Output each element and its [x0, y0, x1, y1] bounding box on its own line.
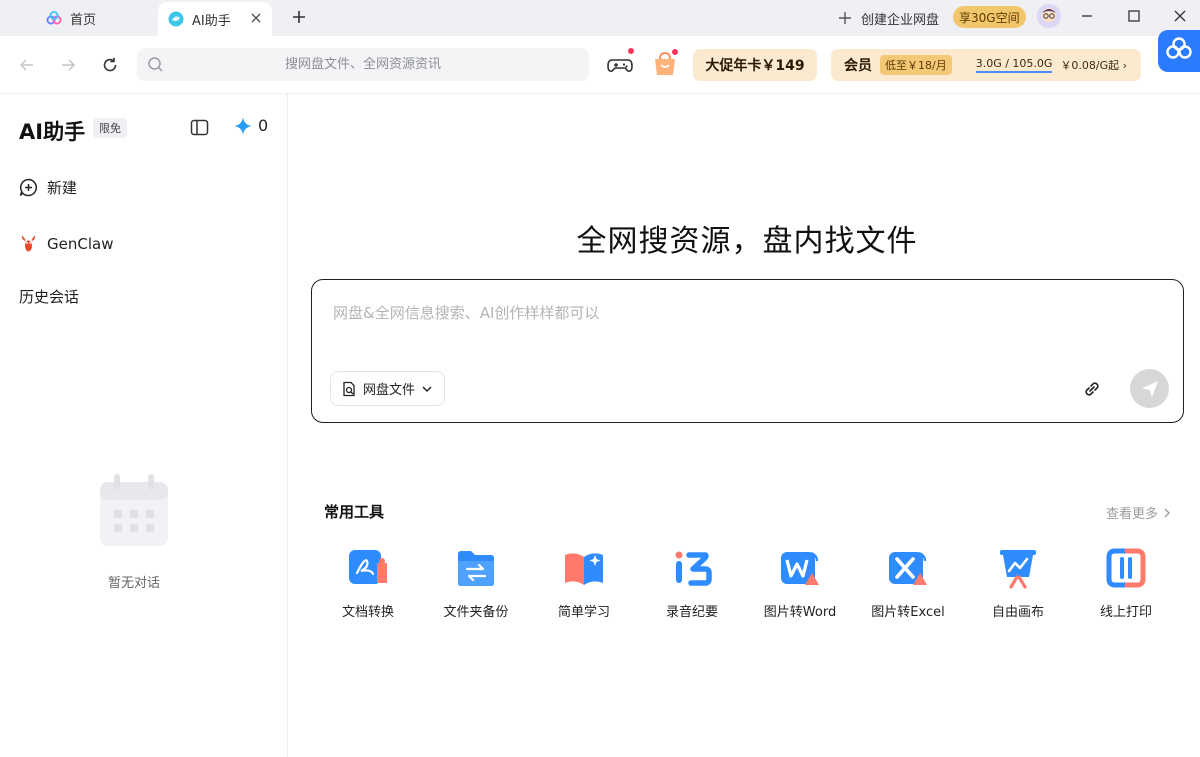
chevron-down-icon	[422, 385, 432, 392]
close-tab-icon[interactable]	[250, 12, 262, 24]
search-input[interactable]	[137, 57, 589, 72]
tool-free-canvas[interactable]: 自由画布	[968, 547, 1068, 620]
ai-assistant-icon	[168, 11, 184, 27]
sidebar-item-label: GenClaw	[47, 234, 114, 253]
send-button[interactable]	[1130, 369, 1169, 408]
canvas-icon	[1000, 550, 1036, 589]
back-icon[interactable]	[18, 56, 36, 74]
tool-label: 图片转Word	[763, 605, 837, 620]
cloud-logo-icon	[46, 10, 62, 26]
create-enterprise-label: 创建企业网盘	[861, 12, 940, 28]
lobster-icon	[21, 235, 36, 252]
annual-promo-button[interactable]: 大促年卡￥149	[693, 49, 817, 81]
file-search-icon	[343, 381, 355, 396]
tab-ai-assistant[interactable]: AI助手	[158, 2, 272, 36]
tool-label: 图片转Excel	[871, 605, 945, 620]
sidebar-item-label: 新建	[47, 179, 78, 197]
sidebar-item-new[interactable]: 新建	[19, 177, 77, 198]
tab-home[interactable]: 首页	[40, 0, 155, 36]
free-tag: 限免	[93, 118, 127, 138]
scope-label: 网盘文件	[363, 383, 416, 398]
notification-dot	[627, 47, 635, 55]
chat-input[interactable]	[333, 304, 1153, 322]
maximize-icon[interactable]	[1126, 8, 1142, 24]
tool-doc-convert[interactable]: 文档转换	[318, 547, 418, 620]
tool-label: 文件夹备份	[443, 605, 509, 620]
avatar[interactable]	[1037, 4, 1061, 28]
see-more-label: 查看更多	[1106, 507, 1159, 522]
tool-label: 线上打印	[1099, 605, 1152, 620]
vip-price-tag: 低至￥18/月	[880, 55, 952, 75]
folder-backup-icon	[458, 551, 494, 586]
search-box[interactable]	[137, 48, 589, 81]
refresh-icon[interactable]	[101, 56, 119, 74]
image-to-word-icon	[781, 551, 819, 585]
empty-calendar-icon	[98, 474, 170, 548]
tab-home-label: 首页	[70, 12, 97, 28]
page-title: 全网搜资源，盘内找文件	[576, 224, 918, 259]
storage-price: ￥0.08/G起 ›	[1060, 59, 1128, 72]
record-notes-icon	[675, 551, 712, 586]
tool-image-to-excel[interactable]: 图片转Excel	[858, 547, 958, 620]
new-chat-icon	[19, 178, 37, 197]
tool-label: 简单学习	[557, 605, 610, 620]
plus-icon	[839, 12, 851, 24]
send-icon	[1141, 380, 1158, 397]
print-icon	[1106, 548, 1146, 588]
sidebar-title: AI助手	[19, 120, 86, 144]
new-tab-icon[interactable]	[290, 8, 308, 26]
tool-label: 文档转换	[341, 605, 394, 620]
vip-title: 会员	[844, 58, 872, 74]
sparkle-icon	[234, 116, 252, 135]
empty-state-text: 暂无对话	[107, 576, 160, 591]
toolbar: 大促年卡￥149 会员 低至￥18/月 3.0G / 105.0G ￥0.08/…	[0, 36, 1200, 94]
minimize-icon[interactable]	[1079, 8, 1095, 24]
notification-dot	[671, 48, 679, 56]
gift-bag-icon[interactable]	[651, 48, 679, 78]
search-icon	[148, 57, 163, 72]
tool-label: 自由画布	[991, 605, 1044, 620]
game-icon[interactable]	[606, 47, 635, 78]
close-window-icon[interactable]	[1172, 8, 1188, 24]
scope-dropdown[interactable]: 网盘文件	[330, 371, 445, 406]
tab-bar: 首页 AI助手 创建企业网盘 享30G空间	[0, 0, 1200, 36]
image-to-excel-icon	[889, 551, 927, 585]
credits-counter[interactable]: 0	[234, 116, 268, 135]
tool-label: 录音纪要	[665, 605, 718, 620]
credits-count: 0	[258, 116, 269, 135]
tool-folder-backup[interactable]: 文件夹备份	[426, 547, 526, 620]
chat-composer: 网盘文件	[311, 279, 1184, 423]
sidebar-toggle-icon[interactable]	[190, 118, 209, 137]
sidebar-item-label: 历史会话	[19, 288, 80, 306]
tool-online-print[interactable]: 线上打印	[1076, 547, 1176, 620]
pdf-convert-icon	[349, 550, 387, 584]
tool-simple-learning[interactable]: 简单学习	[534, 547, 634, 620]
vip-card[interactable]: 会员 低至￥18/月 3.0G / 105.0G ￥0.08/G起 ›	[831, 49, 1141, 81]
storage-offer-badge[interactable]: 享30G空间	[953, 6, 1026, 28]
tab-ai-assistant-label: AI助手	[192, 13, 231, 29]
book-icon	[565, 553, 603, 585]
sidebar: AI助手 限免 0 新建 GenClaw 历史会话 暂无对话	[0, 94, 288, 757]
create-enterprise-button[interactable]: 创建企业网盘	[838, 0, 939, 36]
see-more-link[interactable]: 查看更多	[1106, 503, 1171, 522]
chevron-right-icon	[1164, 508, 1171, 517]
attach-icon[interactable]	[1081, 378, 1103, 400]
tool-recording-notes[interactable]: 录音纪要	[642, 547, 742, 620]
cloud-app-button[interactable]	[1158, 30, 1200, 72]
storage-usage: 3.0G / 105.0G	[975, 57, 1053, 73]
tool-image-to-word[interactable]: 图片转Word	[750, 547, 850, 620]
sidebar-item-genclaw[interactable]: GenClaw	[19, 234, 113, 253]
forward-icon[interactable]	[59, 56, 77, 74]
sidebar-item-history[interactable]: 历史会话	[19, 286, 79, 307]
tools-section-title: 常用工具	[324, 503, 385, 521]
